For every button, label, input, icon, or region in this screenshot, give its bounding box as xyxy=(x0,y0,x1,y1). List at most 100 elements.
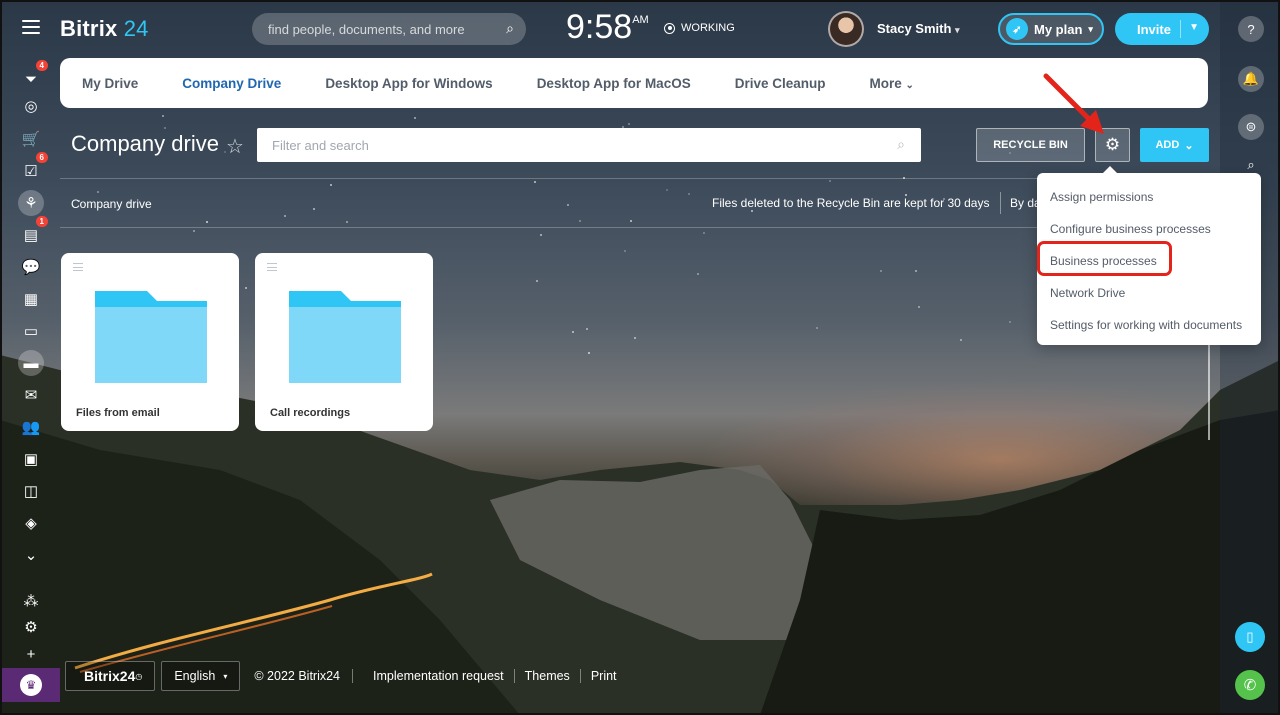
group-icon[interactable]: 👥 xyxy=(18,414,44,440)
notification-bell-icon[interactable]: 🔔 xyxy=(1238,66,1264,92)
footer: Bitrix24 ◷ English ▾ © 2022 Bitrix24 Imple… xyxy=(65,661,627,691)
menu-item-configure-business-processes[interactable]: Configure business processes xyxy=(1037,213,1261,245)
network-icon[interactable]: ⁂ xyxy=(18,588,44,614)
divider xyxy=(1208,340,1210,440)
divider xyxy=(1000,192,1001,214)
card-menu-icon[interactable] xyxy=(267,263,277,271)
breadcrumb[interactable]: Company drive xyxy=(71,197,152,211)
card-menu-icon[interactable] xyxy=(73,263,83,271)
chevron-down-icon: ⌄ xyxy=(1184,139,1194,152)
tab-drive-cleanup[interactable]: Drive Cleanup xyxy=(735,76,826,91)
feed-icon[interactable]: ⏷ 4 xyxy=(18,60,48,92)
logo-text: Bitrix xyxy=(60,16,118,41)
plan-crown-button[interactable]: ♛ xyxy=(2,668,60,702)
logo-number: 24 xyxy=(123,16,149,41)
tab-more-label: More xyxy=(869,75,902,91)
contact-card-icon[interactable]: ▣ xyxy=(18,446,44,472)
chevron-down-icon: ▾ xyxy=(223,671,228,681)
tab-company-drive[interactable]: Company Drive xyxy=(182,76,281,91)
my-plan-label: My plan xyxy=(1034,21,1083,37)
tab-desktop-windows[interactable]: Desktop App for Windows xyxy=(325,76,492,91)
footer-logo-text: Bitrix24 xyxy=(84,668,136,684)
menu-icon[interactable] xyxy=(22,20,40,34)
invite-label: Invite xyxy=(1137,21,1171,37)
avatar[interactable] xyxy=(828,11,864,47)
chat-widget-icon[interactable]: ▯ xyxy=(1235,622,1265,652)
search-icon[interactable]: ⌕ xyxy=(506,20,514,37)
chevron-down-icon: ▾ xyxy=(1088,23,1093,34)
annotation-arrow-icon xyxy=(1043,73,1104,134)
mail-icon[interactable]: ✉ xyxy=(18,382,44,408)
clock[interactable]: 9:58AM xyxy=(566,8,649,47)
menu-item-document-settings[interactable]: Settings for working with documents xyxy=(1037,309,1261,341)
page-title: Company drive xyxy=(71,131,219,156)
document-icon[interactable]: ▭ xyxy=(18,318,44,344)
language-label: English xyxy=(174,669,216,683)
user-name: Stacy Smith xyxy=(877,21,952,36)
user-menu[interactable]: Stacy Smith ▾ xyxy=(877,21,960,36)
folder-name: Files from email xyxy=(76,407,160,419)
calendar-icon[interactable]: ▦ xyxy=(18,286,44,312)
divider xyxy=(60,178,1208,179)
footer-logo[interactable]: Bitrix24 ◷ xyxy=(65,661,156,691)
tab-my-drive[interactable]: My Drive xyxy=(82,76,138,91)
settings-dropdown-menu: Assign permissions Configure business pr… xyxy=(1037,166,1261,345)
footer-link-implementation[interactable]: Implementation request xyxy=(363,669,515,683)
crm-icon[interactable]: ⚘ xyxy=(18,190,44,216)
filter-search-input[interactable]: Filter and search ⌕ xyxy=(257,128,921,162)
add-icon[interactable]: + xyxy=(18,641,44,667)
crown-icon: ♛ xyxy=(20,674,42,696)
messenger-icon[interactable]: ⊜ xyxy=(1238,114,1264,140)
help-icon[interactable]: ? xyxy=(1238,16,1264,42)
invite-button[interactable]: Invite ▼ xyxy=(1115,13,1209,45)
divider xyxy=(352,669,354,683)
global-search-placeholder: find people, documents, and more xyxy=(268,21,465,37)
folder-card[interactable]: Call recordings xyxy=(255,253,433,431)
work-status[interactable]: WORKING xyxy=(664,22,735,34)
add-button[interactable]: ADD ⌄ xyxy=(1140,128,1209,162)
chevron-down-icon[interactable]: ▼ xyxy=(1189,22,1199,33)
menu-item-business-processes[interactable]: Business processes xyxy=(1037,245,1261,277)
folder-card[interactable]: Files from email xyxy=(61,253,239,431)
work-status-label: WORKING xyxy=(681,22,735,34)
messages-icon[interactable]: 💬 xyxy=(18,254,44,280)
cart-icon[interactable]: 🛒 xyxy=(18,126,44,152)
folder-icon xyxy=(289,291,401,383)
record-icon xyxy=(664,22,675,34)
tasks-icon[interactable]: ☑ 6 xyxy=(18,152,48,184)
more-icon[interactable]: ⌄ xyxy=(18,542,44,568)
chevron-down-icon: ⌄ xyxy=(905,79,914,91)
recycle-bin-note: Files deleted to the Recycle Bin are kep… xyxy=(712,196,990,210)
my-plan-button[interactable]: ➶ My plan ▾ xyxy=(998,13,1104,45)
settings-icon[interactable]: ⚙ xyxy=(18,614,44,640)
chevron-down-icon: ▾ xyxy=(955,25,960,35)
target-icon[interactable]: ◎ xyxy=(18,93,44,119)
left-sidebar: ⏷ 4 ◎ 🛒 ☑ 6 ⚘ ▤ 1 💬 ▦ ▭ ▬ ✉ 👥 ▣ ◫ ◈ ⌄ ⁂ ⚙ +… xyxy=(0,0,60,715)
tasks-badge: 6 xyxy=(35,152,48,163)
menu-item-network-drive[interactable]: Network Drive xyxy=(1037,277,1261,309)
clock-time: 9:58 xyxy=(566,8,633,46)
language-selector[interactable]: English ▾ xyxy=(161,661,241,691)
rocket-icon: ➶ xyxy=(1006,18,1028,40)
footer-link-themes[interactable]: Themes xyxy=(515,669,581,683)
filter-placeholder: Filter and search xyxy=(272,137,369,153)
menu-item-assign-permissions[interactable]: Assign permissions xyxy=(1037,181,1261,213)
right-sidebar: ? 🔔 ⊜ ⌕ xyxy=(1220,0,1280,715)
drive-tabs: My Drive Company Drive Desktop App for W… xyxy=(60,58,1208,108)
robot-icon[interactable]: ◫ xyxy=(18,478,44,504)
search-icon[interactable]: ⌕ xyxy=(897,136,905,153)
phone-icon[interactable]: ✆ xyxy=(1235,670,1265,700)
footer-link-print[interactable]: Print xyxy=(581,669,627,683)
bitrix-logo[interactable]: Bitrix 24 xyxy=(60,16,149,42)
tab-desktop-macos[interactable]: Desktop App for MacOS xyxy=(537,76,691,91)
box-icon[interactable]: ◈ xyxy=(18,510,44,536)
drive-icon[interactable]: ▬ xyxy=(18,350,44,376)
clock-icon: ◷ xyxy=(135,671,143,681)
chat-icon[interactable]: ▤ 1 xyxy=(18,216,48,248)
tab-more[interactable]: More ⌄ xyxy=(870,76,914,91)
folder-icon xyxy=(95,291,207,383)
global-search-input[interactable]: find people, documents, and more ⌕ xyxy=(252,13,526,45)
star-icon[interactable]: ☆ xyxy=(226,134,244,159)
divider xyxy=(60,227,1208,228)
feed-badge: 4 xyxy=(35,60,48,71)
